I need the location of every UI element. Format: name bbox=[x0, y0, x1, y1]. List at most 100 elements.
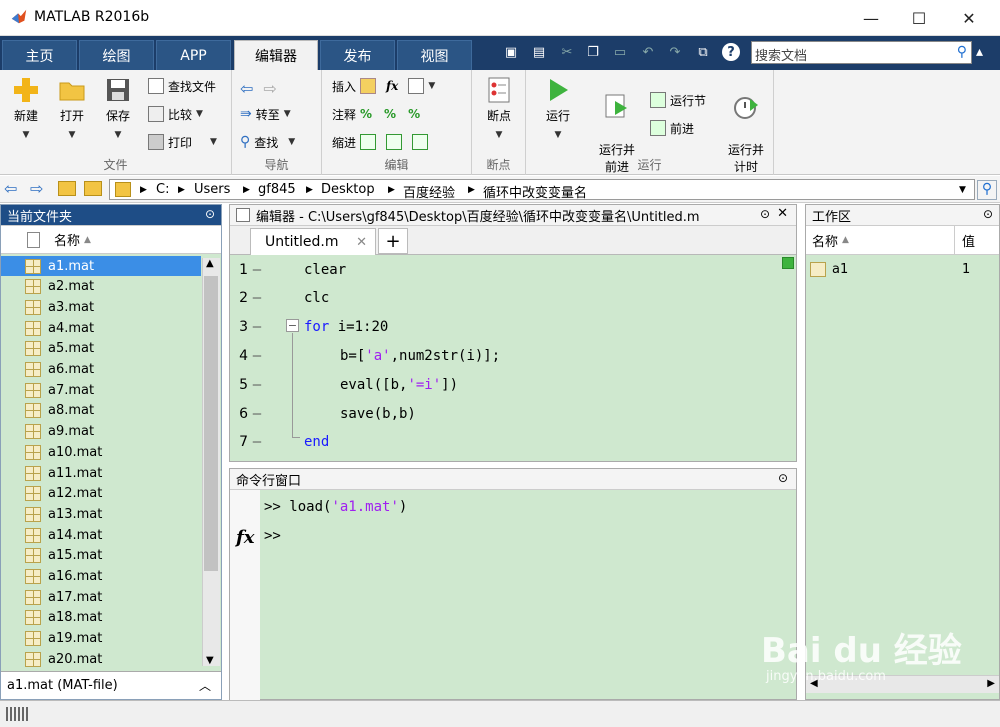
maximize-button[interactable]: ☐ bbox=[896, 0, 942, 36]
breakpoint-marker[interactable]: — bbox=[248, 290, 266, 306]
open-button[interactable]: 打开 ▼ bbox=[50, 76, 94, 144]
crumb-user[interactable]: gf845 bbox=[258, 182, 296, 197]
file-list-item[interactable]: a20.mat bbox=[1, 649, 201, 668]
name-column-header[interactable]: 名称 bbox=[54, 230, 80, 249]
minimize-button[interactable]: — bbox=[848, 0, 894, 36]
crumb-desktop[interactable]: Desktop bbox=[321, 182, 375, 197]
panel-menu-icon[interactable]: ⊙ bbox=[205, 207, 215, 221]
indent-button[interactable]: 缩进 bbox=[332, 132, 429, 152]
code-line[interactable]: 7— end bbox=[230, 428, 790, 457]
file-list-item[interactable]: a18.mat bbox=[1, 608, 201, 628]
search-icon[interactable]: ⚲ bbox=[957, 44, 967, 60]
breakpoint-marker[interactable]: — bbox=[248, 434, 266, 450]
file-details-bar[interactable]: a1.mat (MAT-file) ︿ bbox=[1, 671, 221, 699]
search-docs-input[interactable]: 搜索文档 ⚲ bbox=[751, 41, 972, 64]
comment-button[interactable]: 注释%%% bbox=[332, 104, 420, 124]
file-list-item[interactable]: a3.mat bbox=[1, 297, 201, 317]
file-list-item[interactable]: a19.mat bbox=[1, 629, 201, 649]
tab-plots[interactable]: 绘图 bbox=[79, 40, 154, 70]
new-tab-button[interactable]: + bbox=[378, 228, 408, 254]
switch-windows-icon[interactable]: ⧉ bbox=[693, 42, 713, 62]
up-folder-icon[interactable] bbox=[58, 181, 76, 196]
undo-icon[interactable]: ↶ bbox=[638, 42, 658, 62]
path-dropdown-icon[interactable]: ▼ bbox=[959, 185, 966, 195]
fx-icon[interactable]: fx bbox=[386, 79, 398, 93]
crumb-folder1[interactable]: 百度经验 bbox=[403, 182, 455, 201]
expand-details-icon[interactable]: ︿ bbox=[199, 677, 211, 694]
tab-editor[interactable]: 编辑器 bbox=[234, 40, 318, 70]
tab-home[interactable]: 主页 bbox=[2, 40, 77, 70]
redo-icon[interactable]: ↷ bbox=[665, 42, 685, 62]
help-icon[interactable]: ? bbox=[722, 43, 740, 61]
editor-close-icon[interactable]: ✕ bbox=[777, 206, 788, 221]
file-list-item[interactable]: a5.mat bbox=[1, 339, 201, 359]
back-forward-buttons[interactable]: ⇦ ⇨ bbox=[240, 78, 277, 98]
paste-icon[interactable]: ▭ bbox=[610, 42, 630, 62]
workspace-variable-row[interactable]: a1 1 bbox=[806, 259, 999, 279]
copy-icon[interactable]: ❐ bbox=[583, 42, 603, 62]
tab-apps[interactable]: APP bbox=[156, 40, 231, 70]
command-window[interactable]: 命令行窗口 ⊙ fx >> load('a1.mat') >> bbox=[229, 468, 797, 700]
file-list-item[interactable]: a1.mat bbox=[1, 256, 201, 276]
code-line[interactable]: 1— clear bbox=[230, 255, 790, 284]
file-list-item[interactable]: a6.mat bbox=[1, 360, 201, 380]
new-button[interactable]: 新建 ▼ bbox=[4, 76, 48, 144]
insert-button[interactable]: 插入 fx ▼ bbox=[332, 76, 435, 96]
print-button[interactable]: 打印 ▼ bbox=[148, 132, 217, 152]
file-list-item[interactable]: a12.mat bbox=[1, 484, 201, 504]
save-button[interactable]: 保存 ▼ bbox=[96, 76, 140, 144]
scroll-thumb[interactable] bbox=[204, 276, 218, 571]
file-list-item[interactable]: a17.mat bbox=[1, 587, 201, 607]
find-button[interactable]: ⚲ 查找 ▼ bbox=[240, 132, 295, 152]
close-button[interactable]: ✕ bbox=[946, 0, 992, 36]
code-area[interactable]: − 1— clear 2— clc 3— for i=1:20 4— b=['a',num2s… bbox=[230, 255, 796, 461]
file-list-item[interactable]: a10.mat bbox=[1, 442, 201, 462]
ws-value-column[interactable]: 值 bbox=[962, 231, 975, 250]
forward-icon[interactable]: ⇨ bbox=[30, 179, 43, 198]
breakpoint-marker[interactable]: — bbox=[248, 262, 266, 278]
indent-icon[interactable] bbox=[386, 134, 403, 150]
code-line[interactable]: 6— save(b,b) bbox=[230, 399, 790, 428]
advance-button[interactable]: 前进 bbox=[650, 118, 694, 138]
command-prompt-line[interactable]: >> bbox=[264, 528, 281, 544]
file-list-item[interactable]: a4.mat bbox=[1, 318, 201, 338]
browse-folder-icon[interactable] bbox=[84, 181, 102, 196]
status-grip-icon[interactable] bbox=[6, 707, 28, 721]
save-icon[interactable]: ▤ bbox=[529, 42, 549, 62]
smart-indent-icon[interactable] bbox=[360, 134, 377, 150]
run-section-button[interactable]: 运行节 bbox=[650, 90, 706, 110]
code-line[interactable]: 5— eval([b,'=i']) bbox=[230, 370, 790, 399]
workspace-menu-icon[interactable]: ⊙ bbox=[983, 207, 993, 221]
code-line[interactable]: 4— b=['a',num2str(i)]; bbox=[230, 341, 790, 370]
file-list-item[interactable]: a11.mat bbox=[1, 463, 201, 483]
ws-name-column[interactable]: 名称 bbox=[812, 231, 838, 250]
code-line[interactable]: 3— for i=1:20 bbox=[230, 313, 790, 342]
folder-column-header[interactable]: 名称 ▲ bbox=[1, 226, 221, 254]
command-menu-icon[interactable]: ⊙ bbox=[778, 471, 788, 485]
editor-menu-icon[interactable]: ⊙ bbox=[760, 207, 770, 221]
insert-figure-icon[interactable] bbox=[408, 78, 425, 94]
file-list-item[interactable]: a16.mat bbox=[1, 567, 201, 587]
cut-icon[interactable]: ✂ bbox=[557, 42, 577, 62]
run-button[interactable]: 运行 ▼ bbox=[536, 76, 580, 144]
compare-button[interactable]: 比较 ▼ bbox=[148, 104, 203, 124]
file-list-item[interactable]: a13.mat bbox=[1, 504, 201, 524]
goto-button[interactable]: ⇛ 转至 ▼ bbox=[240, 104, 291, 124]
tab-view[interactable]: 视图 bbox=[397, 40, 472, 70]
wrap-comment-icon[interactable]: % bbox=[408, 107, 420, 121]
arrow-right-icon[interactable]: ⇨ bbox=[263, 79, 276, 98]
breakpoints-button[interactable]: 断点 ▼ bbox=[477, 76, 521, 144]
crumb-folder2[interactable]: 循环中改变变量名 bbox=[483, 182, 587, 201]
file-list-item[interactable]: a2.mat bbox=[1, 277, 201, 297]
scroll-down-icon[interactable]: ▼ bbox=[206, 655, 214, 666]
tab-untitled[interactable]: Untitled.m ✕ bbox=[250, 228, 376, 255]
outdent-icon[interactable] bbox=[412, 134, 429, 150]
file-list-item[interactable]: a7.mat bbox=[1, 380, 201, 400]
folder-search-icon[interactable]: ⚲ bbox=[977, 180, 997, 200]
uncomment-icon[interactable]: % bbox=[384, 107, 396, 121]
collapse-ribbon-icon[interactable]: ▴ bbox=[976, 44, 983, 60]
file-list-item[interactable]: a15.mat bbox=[1, 546, 201, 566]
breakpoint-marker[interactable]: — bbox=[248, 348, 266, 364]
breakpoint-marker[interactable]: — bbox=[248, 319, 266, 335]
fx-function-browser-icon[interactable]: fx bbox=[236, 527, 254, 548]
